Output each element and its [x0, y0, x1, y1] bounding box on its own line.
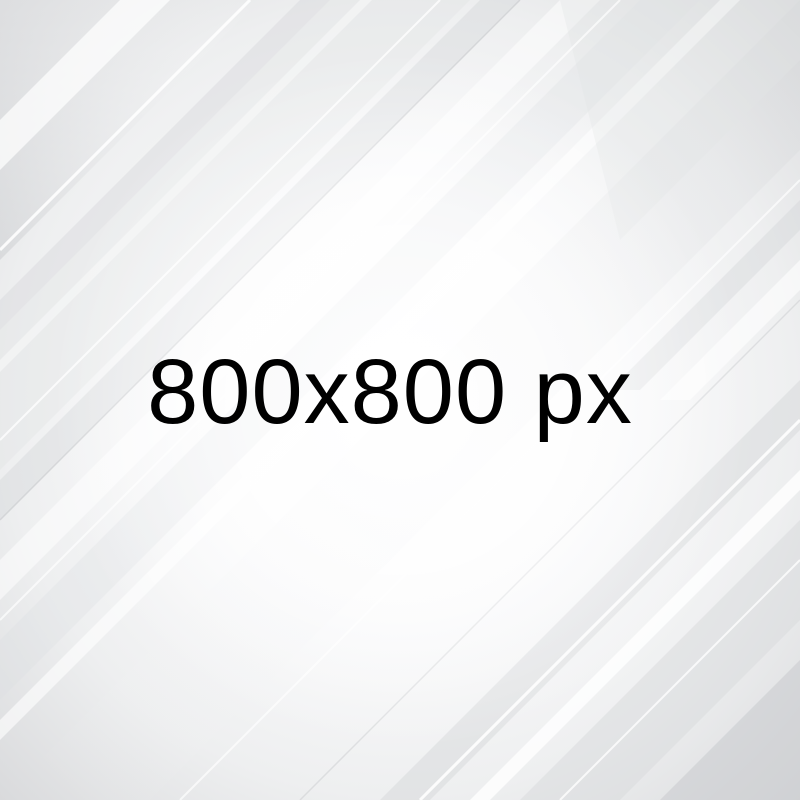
- background-canvas: 800x800 px: [0, 0, 800, 800]
- dimension-label: 800x800 px: [147, 341, 633, 443]
